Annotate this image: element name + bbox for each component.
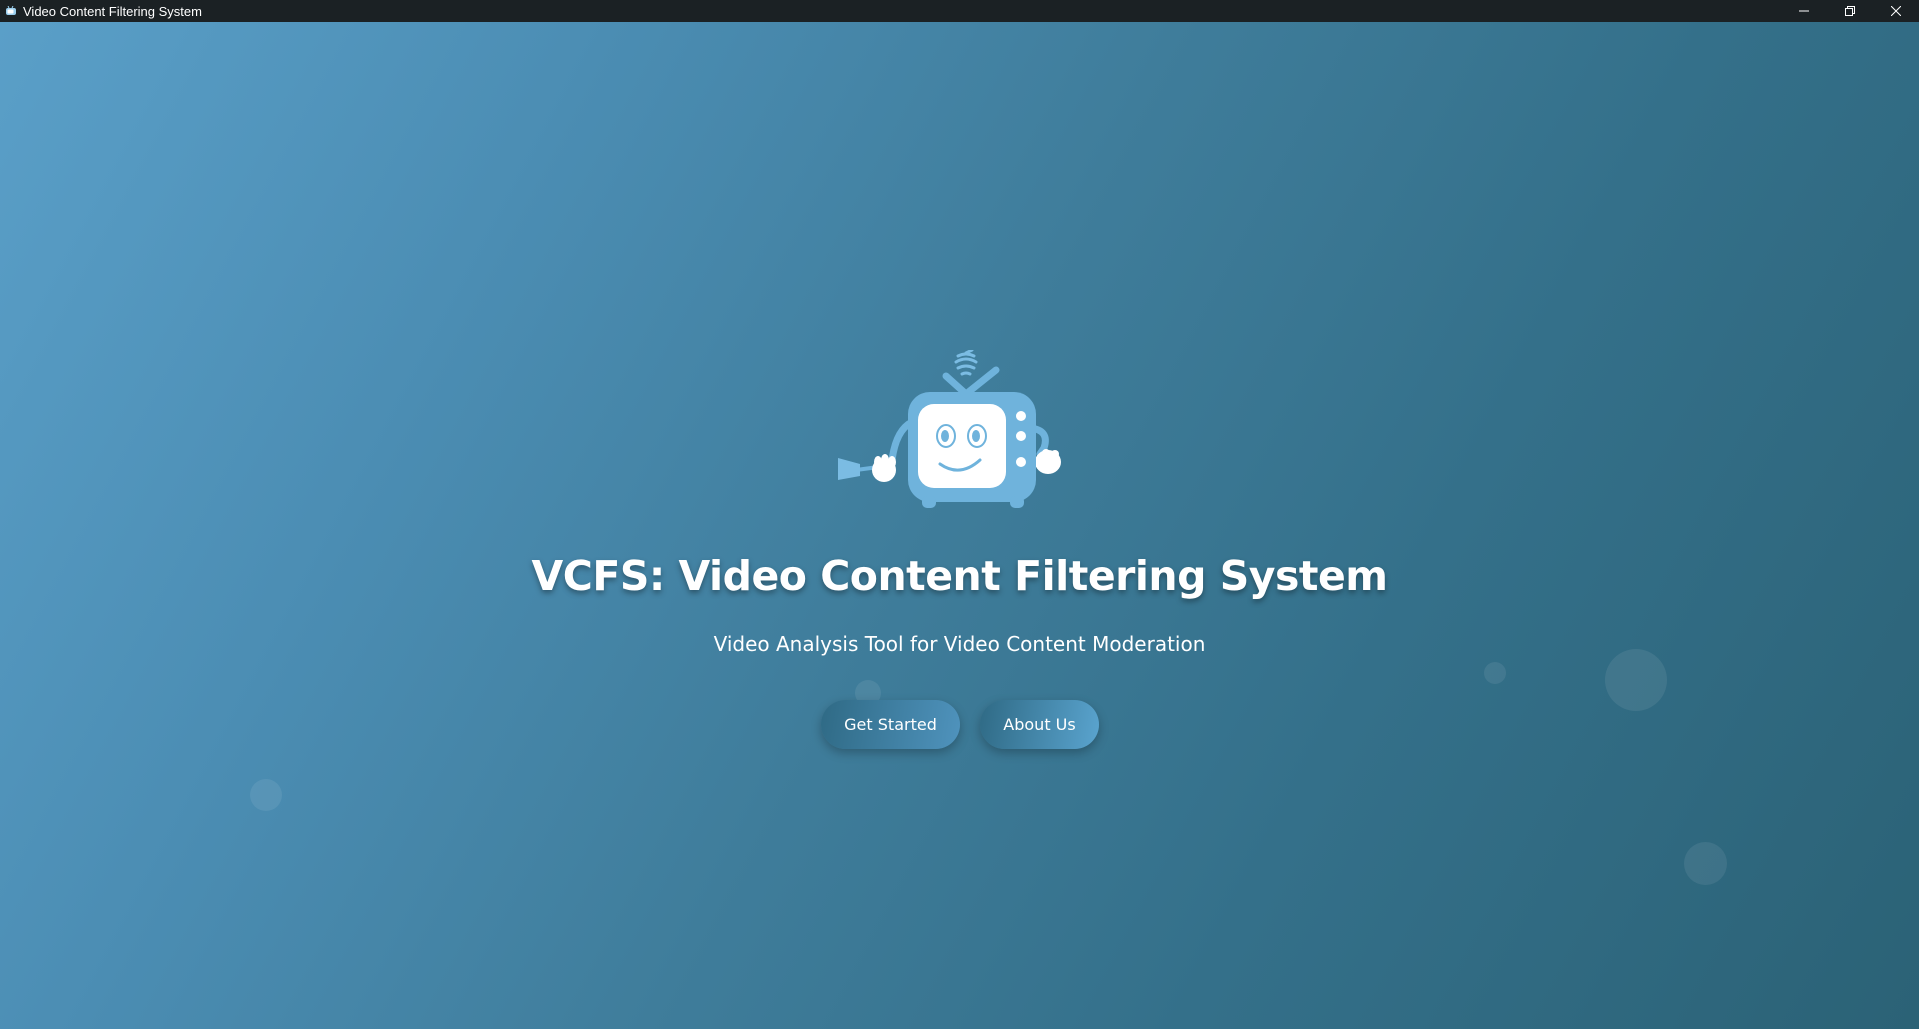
hero-section: VCFS: Video Content Filtering System Vid… [0, 22, 1919, 1029]
close-icon [1891, 6, 1901, 16]
tv-mascot-icon [836, 348, 1066, 520]
about-us-button[interactable]: About Us [980, 700, 1099, 749]
title-bar[interactable]: Video Content Filtering System [0, 0, 1919, 22]
minimize-icon [1799, 10, 1809, 12]
page-subtitle: Video Analysis Tool for Video Content Mo… [713, 632, 1206, 656]
minimize-button[interactable] [1781, 0, 1827, 22]
get-started-button[interactable]: Get Started [821, 700, 960, 749]
page-title: VCFS: Video Content Filtering System [531, 552, 1389, 600]
maximize-button[interactable] [1827, 0, 1873, 22]
close-button[interactable] [1873, 0, 1919, 22]
main-content: VCFS: Video Content Filtering System Vid… [0, 22, 1919, 1029]
window-title: Video Content Filtering System [23, 3, 202, 19]
app-logo-icon [4, 4, 18, 18]
restore-icon [1845, 6, 1855, 16]
app-window: Video Content Filtering System VCFS: Vid… [0, 0, 1919, 1029]
window-controls [1781, 0, 1919, 22]
